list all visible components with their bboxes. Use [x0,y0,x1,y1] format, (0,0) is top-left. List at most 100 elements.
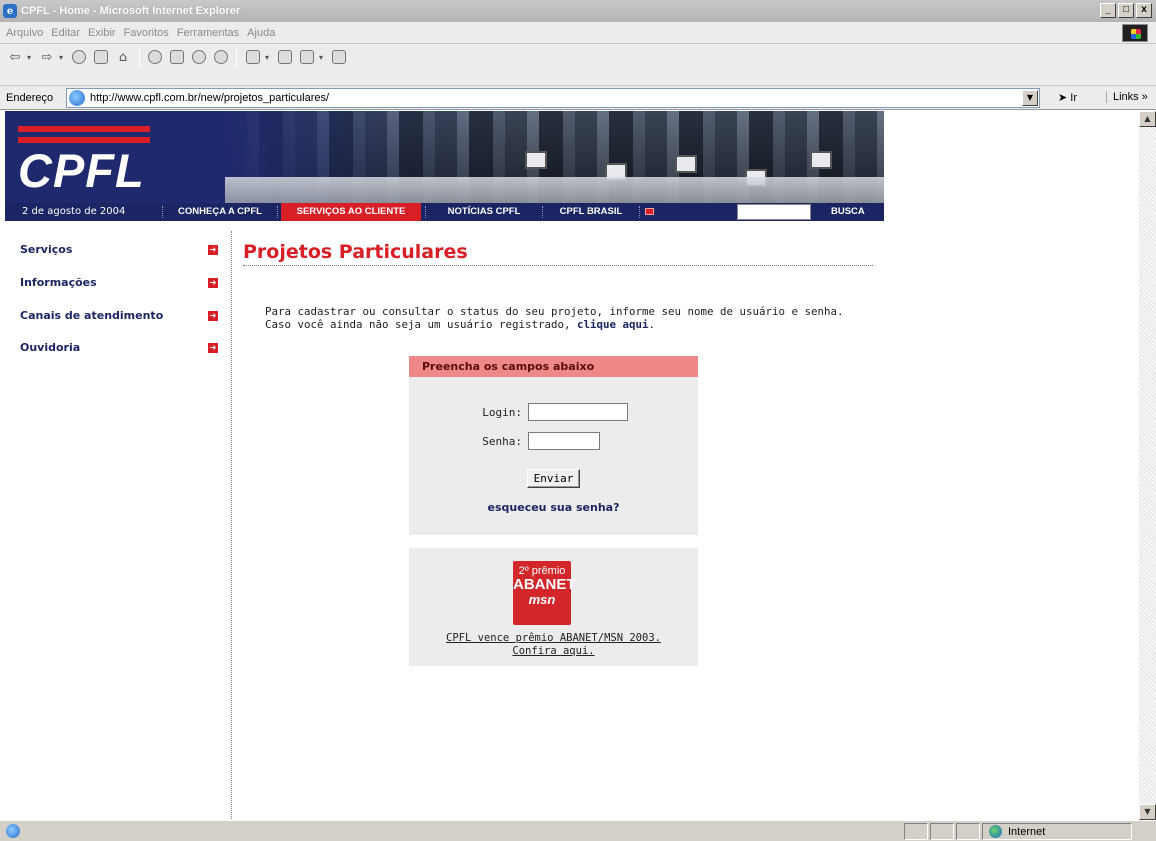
mail-icon[interactable] [645,208,654,215]
back-dropdown-icon[interactable]: ▾ [24,48,34,66]
nav-servicos[interactable]: SERVIÇOS AO CLIENTE [281,203,421,221]
window-title: CPFL - Home - Microsoft Internet Explore… [21,5,241,17]
sidebar-item-canais[interactable]: Canais de atendimento ➜ [20,309,225,325]
forward-icon[interactable]: ⇨ [38,48,56,66]
search-button[interactable]: BUSCA [831,203,865,221]
toolbar-separator [139,48,140,68]
menu-favoritos[interactable]: Favoritos [124,27,169,39]
sidebar-item-label: Ouvidoria [20,341,81,354]
nav-noticias[interactable]: NOTÍCIAS CPFL [429,203,539,221]
maximize-button[interactable]: □ [1118,3,1134,18]
address-url[interactable]: http://www.cpfl.com.br/new/projetos_part… [90,92,329,104]
edit-icon[interactable] [298,48,316,66]
window-titlebar: e CPFL - Home - Microsoft Internet Explo… [0,0,1156,22]
discuss-icon[interactable] [330,48,348,66]
intro-text: Para cadastrar ou consultar o status do … [265,305,844,331]
menu-arquivo[interactable]: Arquivo [6,27,43,39]
login-label: Login: [482,405,522,419]
nav-conheca[interactable]: CONHEÇA A CPFL [165,203,275,221]
award-link[interactable]: CPFL vence prêmio ABANET/MSN 2003. Confi… [409,632,698,658]
window-controls: _ □ x [1100,3,1152,18]
stop-icon[interactable] [70,48,88,66]
media-icon[interactable] [190,48,208,66]
mail-icon[interactable] [244,48,262,66]
address-bar: Endereço http://www.cpfl.com.br/new/proj… [0,86,1156,110]
print-icon[interactable] [276,48,294,66]
minimize-button[interactable]: _ [1100,3,1116,18]
refresh-icon[interactable] [92,48,110,66]
nav-divider [542,206,543,218]
status-bar: Internet [0,820,1156,841]
address-dropdown-icon[interactable]: ▼ [1022,90,1038,106]
vertical-scrollbar[interactable]: ▲ ▼ [1139,111,1156,820]
edit-dropdown-icon[interactable]: ▾ [316,48,326,66]
menu-editar[interactable]: Editar [51,27,80,39]
sidebar-item-label: Serviços [20,243,73,256]
back-icon[interactable]: ⇦ [6,48,24,66]
nav-divider [639,206,640,218]
page-viewport: CPFL 2 de agosto de 2004 CONHEÇA A CPFL … [0,111,1139,820]
ie-app-icon: e [3,4,17,18]
sidebar-item-informacoes[interactable]: Informações ➜ [20,276,225,292]
award-badge-line-3: msn [528,592,556,607]
intro-line-2: Caso você ainda não seja um usuário regi… [265,318,656,331]
login-form-header: Preencha os campos abaixo [409,356,698,377]
scroll-up-icon[interactable]: ▲ [1139,111,1156,127]
nav-cpfl-brasil[interactable]: CPFL BRASIL [546,203,636,221]
favorites-icon[interactable] [168,48,186,66]
page-status-icon [6,824,20,838]
go-arrow-icon: ➤ [1058,92,1068,104]
menu-ajuda[interactable]: Ajuda [247,27,275,39]
forward-dropdown-icon[interactable]: ▾ [56,48,66,66]
arrow-right-icon: ➜ [208,343,218,353]
password-input[interactable] [528,432,600,450]
security-zone: Internet [982,823,1132,840]
abanet-award-badge[interactable]: 2º prêmio ABANET msn [513,561,576,625]
scroll-down-icon[interactable]: ▼ [1139,804,1156,820]
links-button[interactable]: Links » [1106,91,1148,103]
history-icon[interactable] [212,48,230,66]
toolbar-separator [236,48,237,68]
sidebar-item-label: Informações [20,276,97,289]
submit-button[interactable]: Enviar [527,469,580,488]
menu-bar: Arquivo Editar Exibir Favoritos Ferramen… [0,22,1156,44]
password-label: Senha: [482,434,522,448]
nav-divider [277,206,278,218]
left-sidebar: Serviços ➜ Informações ➜ Canais de atend… [0,231,232,820]
page-icon [69,90,85,106]
site-search-input[interactable] [737,204,811,220]
sidebar-item-ouvidoria[interactable]: Ouvidoria ➜ [20,341,225,357]
logo-stripe [18,137,150,143]
nav-divider [162,206,163,218]
status-cell [956,823,980,840]
go-button[interactable]: ➤ Ir [1058,91,1077,104]
address-label: Endereço [6,91,54,104]
cpfl-logo[interactable]: CPFL [18,147,145,194]
register-link[interactable]: clique aqui [577,318,649,331]
intro-line-1: Para cadastrar ou consultar o status do … [265,305,844,318]
close-button[interactable]: x [1136,3,1152,18]
menu-exibir[interactable]: Exibir [88,27,116,39]
status-cell [904,823,928,840]
sidebar-item-servicos[interactable]: Serviços ➜ [20,243,225,259]
password-row: Senha: [482,432,600,450]
search-icon[interactable] [146,48,164,66]
site-nav: 2 de agosto de 2004 CONHEÇA A CPFL SERVI… [5,203,884,221]
status-cell [930,823,954,840]
forgot-password-link[interactable]: esqueceu sua senha? [409,501,698,514]
current-date: 2 de agosto de 2004 [22,206,126,217]
menu-ferramentas[interactable]: Ferramentas [177,27,239,39]
header-office-photo [225,111,884,203]
award-box: 2º prêmio ABANET msn CPFL vence prêmio A… [409,548,698,666]
sidebar-item-label: Canais de atendimento [20,309,164,322]
address-input[interactable]: http://www.cpfl.com.br/new/projetos_part… [66,88,1040,108]
login-input[interactable] [528,403,628,421]
zone-label: Internet [1008,825,1046,838]
mail-dropdown-icon[interactable]: ▾ [262,48,272,66]
nav-divider [425,206,426,218]
arrow-right-icon: ➜ [208,311,218,321]
page-title: Projetos Particulares [243,241,468,263]
arrow-right-icon: ➜ [208,278,218,288]
arrow-right-icon: ➜ [208,245,218,255]
home-icon[interactable]: ⌂ [114,48,132,66]
